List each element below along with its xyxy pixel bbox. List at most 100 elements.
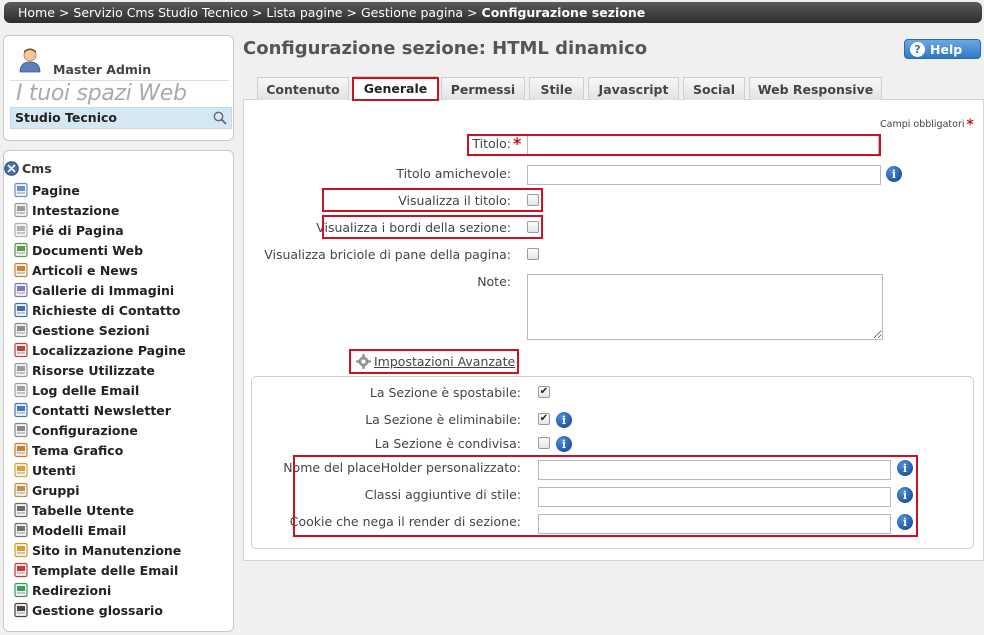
advanced-settings-label: Impostazioni Avanzate (374, 354, 516, 369)
sidebar-item-label: Pagine (32, 182, 80, 198)
maintenance-icon (13, 542, 29, 558)
info-icon[interactable]: i (897, 460, 913, 476)
info-icon[interactable]: i (556, 436, 572, 452)
sidebar-item-label: Tabelle Utente (32, 502, 135, 518)
sidebar-item-glossary[interactable]: Gestione glossario (13, 601, 163, 619)
spostabile-label: La Sezione è spostabile: (369, 385, 521, 400)
condivisa-checkbox[interactable] (538, 437, 550, 449)
advanced-settings-link[interactable]: Impostazioni Avanzate (356, 354, 515, 369)
user-panel: Master Admin I tuoi spazi Web Studio Tec… (3, 35, 234, 141)
cookie-label: Cookie che nega il render di sezione: (289, 514, 521, 529)
tab-contenuto[interactable]: Contenuto (257, 77, 349, 100)
page-icon (13, 182, 29, 198)
spostabile-checkbox[interactable]: ✔ (538, 386, 550, 398)
sidebar-item-label: Gallerie di Immagini (32, 282, 175, 298)
info-icon[interactable]: i (556, 412, 572, 428)
help-button-label: Help (930, 41, 963, 57)
breadcrumb-link-servizio[interactable]: Servizio Cms Studio Tecnico (73, 5, 247, 20)
sidebar-item-contact-request[interactable]: Richieste di Contatto (13, 301, 180, 319)
titolo-required-marker: * (513, 134, 522, 153)
tab-javascript[interactable]: Javascript (588, 77, 679, 100)
sidebar-item-page[interactable]: Pagine (13, 181, 80, 199)
titolo-label: Titolo: (472, 136, 511, 151)
tab-generale[interactable]: Generale (353, 76, 438, 100)
visualizza-titolo-label: Visualizza il titolo: (398, 193, 511, 208)
sidebar-item-label: Redirezioni (32, 582, 112, 598)
titolo-amichevole-input[interactable] (527, 165, 881, 185)
sidebar-item-newsletter-contacts[interactable]: Contatti Newsletter (13, 401, 171, 419)
sidebar-item-footer[interactable]: Pié di Pagina (13, 221, 124, 239)
briciole-label: Visualizza briciole di pane della pagina… (264, 247, 511, 262)
sidebar-item-label: Sito in Manutenzione (32, 542, 182, 558)
mail-icon (13, 562, 29, 578)
space-selector-value: Studio Tecnico (15, 110, 117, 125)
note-label: Note: (477, 274, 511, 289)
sidebar-item-email-template[interactable]: Modelli Email (13, 521, 126, 539)
visualizza-bordi-checkbox[interactable] (527, 221, 539, 233)
sidebar-item-label: Utenti (32, 462, 76, 478)
sidebar-item-label: Richieste di Contatto (32, 302, 181, 318)
sidebar-item-news[interactable]: Articoli e News (13, 261, 138, 279)
sidebar-item-table[interactable]: Tabelle Utente (13, 501, 134, 519)
web-document-icon (13, 242, 29, 258)
sidebar-item-label: Risorse Utilizzate (32, 362, 155, 378)
tab-social[interactable]: Social (683, 77, 745, 100)
glossary-icon (13, 602, 29, 618)
sidebar-item-gear[interactable]: Configurazione (13, 421, 138, 439)
titolo-input[interactable] (527, 135, 879, 155)
breadcrumb-link-home[interactable]: Home (18, 5, 55, 20)
tab-permessi[interactable]: Permessi (441, 77, 525, 100)
contact-request-icon (13, 302, 29, 318)
tab-stile[interactable]: Stile (529, 77, 584, 100)
sidebar-item-email-log[interactable]: Log delle Email (13, 381, 139, 399)
visualizza-titolo-checkbox[interactable] (527, 194, 539, 206)
eliminabile-checkbox[interactable]: ✔ (538, 413, 550, 425)
required-fields-note: Campi obbligatori * (880, 115, 974, 133)
sidebar-item-label: Pié di Pagina (32, 222, 124, 238)
breadcrumb-link-lista-pagine[interactable]: Lista pagine (266, 5, 342, 20)
briciole-checkbox[interactable] (527, 248, 539, 260)
info-icon[interactable]: i (897, 514, 913, 530)
condivisa-label: La Sezione è condivisa: (374, 436, 521, 451)
placeholder-label: Nome del placeHolder personalizzato: (283, 460, 521, 475)
sidebar-item-redirect[interactable]: Redirezioni (13, 581, 111, 599)
user-name: Master Admin (53, 62, 152, 77)
sidebar-item-sections[interactable]: Gestione Sezioni (13, 321, 150, 339)
breadcrumb-link-gestione-pagina[interactable]: Gestione pagina (361, 5, 463, 20)
sidebar-item-palette[interactable]: Tema Grafico (13, 441, 123, 459)
visualizza-bordi-label: Visualizza i bordi della sezione: (316, 220, 511, 235)
sidebar-item-resources[interactable]: Risorse Utilizzate (13, 361, 155, 379)
sidebar-item-image-gallery[interactable]: Gallerie di Immagini (13, 281, 174, 299)
sidebar-item-label: Gruppi (32, 482, 80, 498)
page-title: Configurazione sezione: HTML dinamico (243, 38, 648, 59)
sidebar-item-maintenance[interactable]: Sito in Manutenzione (13, 541, 181, 559)
sidebar-item-user[interactable]: Utenti (13, 461, 76, 479)
sidebar-root-label: Cms (22, 161, 52, 176)
sidebar-item-localization[interactable]: Localizzazione Pagine (13, 341, 186, 359)
note-textarea[interactable] (527, 274, 883, 340)
search-icon[interactable] (212, 110, 228, 126)
sidebar-item-label: Log delle Email (32, 382, 140, 398)
sidebar-item-label: Localizzazione Pagine (32, 342, 186, 358)
sidebar-item-label: Contatti Newsletter (32, 402, 171, 418)
sidebar-item-label: Gestione Sezioni (32, 322, 150, 338)
placeholder-input[interactable] (538, 460, 891, 480)
space-selector[interactable]: Studio Tecnico (10, 107, 232, 129)
tab-web-responsive[interactable]: Web Responsive (749, 77, 882, 100)
sidebar-item-web-document[interactable]: Documenti Web (13, 241, 143, 259)
sidebar-root-cms[interactable]: Cms (4, 161, 52, 176)
sidebar-item-label: Configurazione (32, 422, 138, 438)
redirect-icon (13, 582, 29, 598)
help-button[interactable]: ? Help (904, 39, 981, 59)
info-icon[interactable]: i (886, 166, 902, 182)
breadcrumb-separator: > (58, 5, 70, 20)
sidebar-item-mail[interactable]: Template delle Email (13, 561, 178, 579)
sidebar-item-group[interactable]: Gruppi (13, 481, 80, 499)
required-marker: * (966, 117, 974, 133)
info-icon[interactable]: i (897, 487, 913, 503)
newsletter-contacts-icon (13, 402, 29, 418)
classi-input[interactable] (538, 487, 891, 507)
cookie-input[interactable] (538, 514, 891, 534)
sidebar-item-header[interactable]: Intestazione (13, 201, 119, 219)
user-avatar-icon (19, 48, 41, 73)
